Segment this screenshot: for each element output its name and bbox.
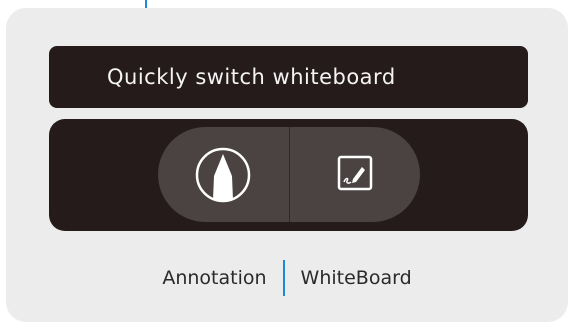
label-divider (282, 260, 285, 296)
mode-labels: Annotation WhiteBoard (6, 258, 568, 298)
toolbar-panel (49, 119, 528, 231)
mode-switch (158, 127, 420, 222)
tip-text: Quickly switch whiteboard (107, 65, 396, 89)
whiteboard-icon (337, 155, 372, 190)
whiteboard-mode-button[interactable] (290, 127, 421, 222)
tip-banner: Quickly switch whiteboard (49, 46, 528, 108)
pen-icon (196, 147, 251, 202)
annotation-label: Annotation (162, 267, 267, 289)
annotation-mode-button[interactable] (158, 127, 289, 222)
whiteboard-label: WhiteBoard (300, 267, 412, 289)
